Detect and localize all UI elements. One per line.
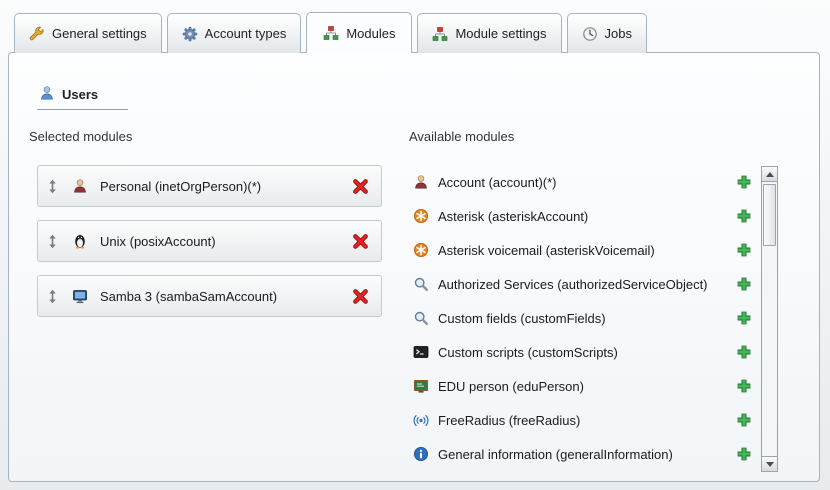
available-module-row: Asterisk (asteriskAccount)	[413, 199, 757, 233]
tab-general-settings[interactable]: General settings	[14, 13, 162, 53]
penguin-icon	[72, 233, 88, 249]
asterisk-icon	[413, 242, 430, 258]
green-plus-icon[interactable]	[736, 344, 752, 360]
available-module-row: Asterisk voicemail (asteriskVoicemail)	[413, 233, 757, 267]
info-icon	[413, 446, 430, 462]
section-title-text: Users	[62, 87, 98, 102]
selected-module-row[interactable]: Samba 3 (sambaSamAccount)	[37, 275, 382, 317]
green-plus-icon[interactable]	[736, 310, 752, 326]
green-plus-icon[interactable]	[736, 242, 752, 258]
section-title-users: Users	[37, 85, 128, 110]
vertical-arrows-icon[interactable]	[48, 179, 57, 194]
vertical-arrows-icon[interactable]	[48, 289, 57, 304]
wrench-icon	[29, 26, 45, 42]
module-label: Custom fields (customFields)	[438, 311, 606, 326]
available-module-row: Custom scripts (customScripts)	[413, 335, 757, 369]
tab-label: Modules	[346, 26, 395, 41]
module-label: Authorized Services (authorizedServiceOb…	[438, 277, 708, 292]
red-x-icon[interactable]	[352, 288, 369, 305]
user-icon	[39, 85, 55, 104]
green-plus-icon[interactable]	[736, 412, 752, 428]
tab-label: Module settings	[455, 26, 546, 41]
green-plus-icon[interactable]	[736, 446, 752, 462]
triangle-up-icon	[766, 172, 774, 177]
module-label: Unix (posixAccount)	[100, 234, 216, 249]
green-plus-icon[interactable]	[736, 174, 752, 190]
org-chart-icon	[323, 25, 339, 41]
available-module-row: FreeRadius (freeRadius)	[413, 403, 757, 437]
scroll-down-button[interactable]	[762, 456, 777, 471]
tab-module-settings[interactable]: Module settings	[417, 13, 561, 53]
module-label: General information (generalInformation)	[438, 447, 673, 462]
magnifier-icon	[413, 310, 430, 326]
selected-module-row[interactable]: Unix (posixAccount)	[37, 220, 382, 262]
available-module-row: EDU person (eduPerson)	[413, 369, 757, 403]
gear-icon	[182, 26, 198, 42]
tab-bar: General settings Account types Modules M…	[14, 12, 647, 53]
available-module-row: General information (generalInformation)	[413, 437, 757, 471]
module-label: EDU person (eduPerson)	[438, 379, 584, 394]
clock-icon	[582, 26, 598, 42]
terminal-icon	[413, 344, 430, 360]
green-plus-icon[interactable]	[736, 208, 752, 224]
selected-modules-list: Personal (inetOrgPerson)(*) Unix (posixA…	[37, 165, 382, 330]
radio-waves-icon	[413, 412, 430, 428]
selected-modules-label: Selected modules	[29, 129, 132, 144]
green-plus-icon[interactable]	[736, 378, 752, 394]
available-module-row: Custom fields (customFields)	[413, 301, 757, 335]
module-label: FreeRadius (freeRadius)	[438, 413, 580, 428]
tab-account-types[interactable]: Account types	[167, 13, 302, 53]
available-module-row: Authorized Services (authorizedServiceOb…	[413, 267, 757, 301]
green-plus-icon[interactable]	[736, 276, 752, 292]
available-modules-scrollbar[interactable]	[761, 166, 778, 472]
module-label: Asterisk (asteriskAccount)	[438, 209, 588, 224]
chalkboard-icon	[413, 378, 430, 394]
computer-icon	[72, 288, 88, 304]
module-label: Account (account)(*)	[438, 175, 557, 190]
selected-module-row[interactable]: Personal (inetOrgPerson)(*)	[37, 165, 382, 207]
scroll-up-button[interactable]	[762, 167, 777, 182]
module-label: Personal (inetOrgPerson)(*)	[100, 179, 261, 194]
tab-modules[interactable]: Modules	[306, 12, 412, 53]
available-module-row: Account (account)(*)	[413, 165, 757, 199]
vertical-arrows-icon[interactable]	[48, 234, 57, 249]
module-label: Custom scripts (customScripts)	[438, 345, 618, 360]
module-label: Samba 3 (sambaSamAccount)	[100, 289, 277, 304]
scrollbar-thumb[interactable]	[763, 184, 776, 246]
asterisk-icon	[413, 208, 430, 224]
person-icon	[413, 174, 430, 190]
org-chart-icon	[432, 26, 448, 42]
red-x-icon[interactable]	[352, 178, 369, 195]
magnifier-icon	[413, 276, 430, 292]
triangle-down-icon	[766, 462, 774, 467]
tab-label: Jobs	[605, 26, 632, 41]
lam-config-screen: General settings Account types Modules M…	[0, 0, 830, 490]
content-panel: Users Selected modules Available modules…	[8, 52, 820, 482]
tab-jobs[interactable]: Jobs	[567, 13, 647, 53]
red-x-icon[interactable]	[352, 233, 369, 250]
tab-label: General settings	[52, 26, 147, 41]
person-icon	[72, 178, 88, 194]
available-modules-list: Account (account)(*) Asterisk (asteriskA…	[413, 165, 757, 471]
available-modules-label: Available modules	[409, 129, 514, 144]
module-label: Asterisk voicemail (asteriskVoicemail)	[438, 243, 655, 258]
tab-label: Account types	[205, 26, 287, 41]
